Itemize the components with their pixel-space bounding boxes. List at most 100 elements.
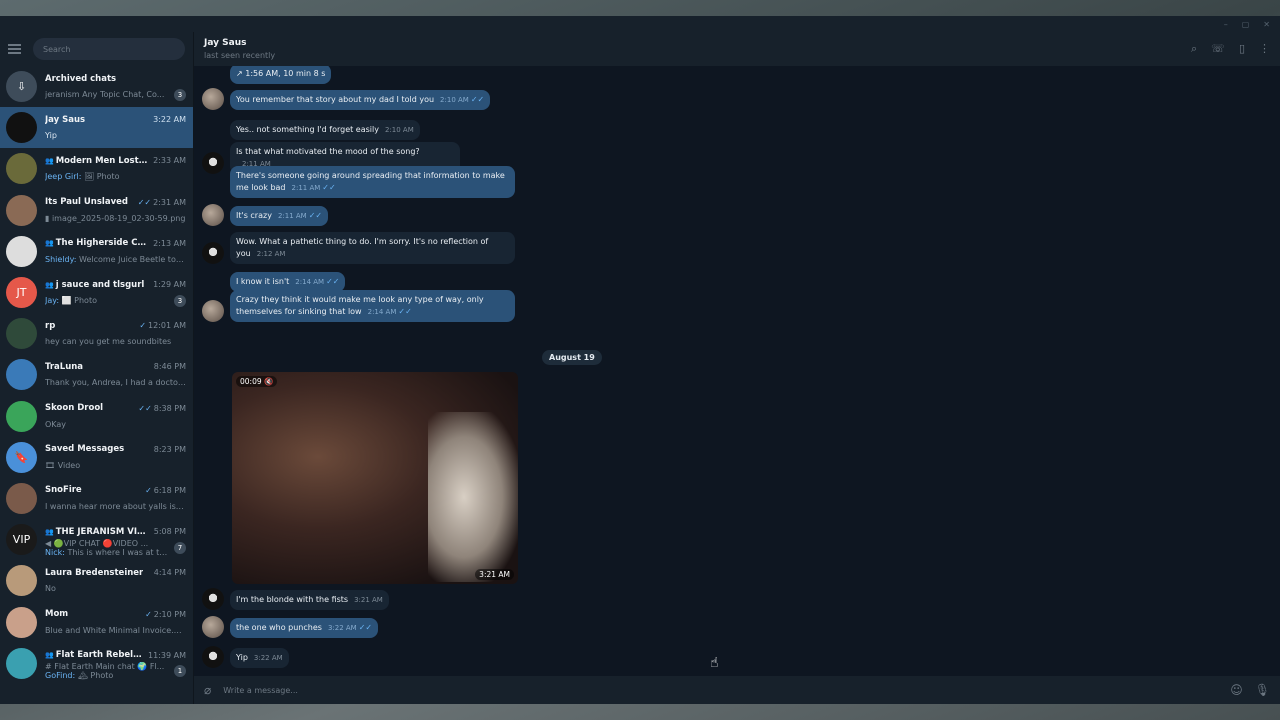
avatar [202,646,224,668]
chat-item[interactable]: Jay Saus 3:22 AM Yip [0,107,193,149]
chat-item[interactable]: 👥 Flat Earth Rebellion 11:39 AM # Flat Eart… [0,643,193,684]
chat-preview: I wanna hear more about yalls iss... [45,501,186,511]
message-input[interactable] [223,685,1219,695]
avatar [6,112,37,144]
chat-item[interactable]: 👥Modern Men Lost Ag... 2:33 AM Jeep Girl: … [0,148,193,189]
message-time: 3:22 AM [253,654,283,662]
group-icon: 👥 [45,527,54,536]
chat-item[interactable]: Mom ✓ 2:10 PM Blue and White Minimal Invoic… [0,601,193,642]
muted-icon: 🔇 [264,377,274,386]
chat-time: 1:29 AM [153,280,186,290]
chat-preview: hey can you get me soundbites [45,337,172,347]
message-bubble[interactable]: Crazy they think it would make me look a… [230,290,515,322]
message-bubble[interactable]: It's crazy 2:11 AM ✓✓ [230,206,329,226]
chat-item[interactable]: ⇩ Archived chats jeranism Any Topic Chat, … [0,66,193,107]
avatar [6,194,37,226]
message-time: 2:14 AM [367,308,397,316]
message-bubble[interactable]: Yip 3:22 AM [230,648,289,668]
chat-item[interactable]: Skoon Drool ✓✓ 8:38 PM OKay [0,396,193,437]
unread-badge: 1 [174,665,186,678]
chat-time: 8:23 PM [153,444,186,454]
chat-name: Laura Bredensteiner [45,567,144,578]
avatar [6,400,37,432]
message-time: 2:12 AM [256,250,286,258]
chat-time: 2:33 AM [153,156,186,166]
unread-badge: 3 [174,88,186,101]
avatar [202,88,224,110]
message-row: There's someone going around spreading t… [202,166,515,198]
sidebar-toggle-icon[interactable]: ▯ [1239,42,1245,56]
avatar [6,647,37,679]
phone-icon[interactable]: ☏ [1211,42,1225,56]
chat-preview: 🎞 Video [45,460,81,470]
message-bubble[interactable]: You remember that story about my dad I t… [230,90,491,110]
read-check-icon: ✓✓ [308,211,323,220]
message-bubble[interactable]: ↗ 1:56 AM, 10 min 8 s [230,66,332,84]
search-icon[interactable]: ⌕ [1191,42,1197,56]
composer: ⌀ ☺ 🎙 [194,676,1280,704]
video-duration: 00:09 🔇 [236,376,278,387]
message-time: 2:14 AM [295,278,325,286]
chat-item[interactable]: VIP 👥THE JERANISM VIP C...5:08 PM◀ 🟢VIP C… [0,519,193,560]
chat-item[interactable]: JT 👥 j sauce and tlsgurl 1:29 AM Jay: ⬜ Phot… [0,272,193,313]
chat-name: 👥 Flat Earth Rebellion [45,650,145,661]
mouse-cursor-icon: ☝ [710,655,719,671]
avatar [6,318,37,350]
chat-item[interactable]: Laura Bredensteiner 4:14 PM No [0,560,193,601]
chat-name: 👥The Higherside Chat... [45,238,150,249]
chat-item[interactable]: rp ✓ 12:01 AM hey can you get me soundbites [0,313,193,354]
message-bubble[interactable]: I know it isn't 2:14 AM ✓✓ [230,272,346,292]
chat-preview: No [45,584,56,594]
attach-icon[interactable]: ⌀ [204,683,211,697]
chat-item[interactable]: SnoFire ✓ 6:18 PM I wanna hear more about y… [0,478,193,519]
menu-icon[interactable] [8,44,21,54]
title-bar: – ▢ ✕ [0,16,1280,32]
message-row: Crazy they think it would make me look a… [202,290,515,322]
avatar: JT [6,277,37,309]
chat-name: 👥THE JERANISM VIP C... [45,526,150,537]
chat-item[interactable]: 👥The Higherside Chat...2:13 AM Shieldy: W… [0,231,193,272]
unread-badge: 7 [174,541,186,554]
chat-preview: Thank you, Andrea, I had a doctor... [45,378,186,388]
group-icon: 👥 [45,651,54,660]
chat-item[interactable]: TraLuna 8:46 PM Thank you, Andrea, I had a… [0,354,193,395]
chat-name: Archived chats [45,73,117,84]
chat-title[interactable]: Jay Saus [204,38,275,48]
avatar [6,565,37,597]
minimize-button[interactable]: – [1224,20,1228,29]
message-bubble[interactable]: Wow. What a pathetic thing to do. I'm so… [230,232,515,264]
close-button[interactable]: ✕ [1263,20,1270,29]
message-row: I'm the blonde with the fists 3:21 AM [202,588,389,610]
message-time: 3:22 AM [327,624,357,632]
message-bubble[interactable]: There's someone going around spreading t… [230,166,515,198]
avatar [202,300,224,322]
video-message[interactable]: 00:09 🔇 3:21 AM [232,372,518,584]
message-row: the one who punches 3:22 AM ✓✓ [202,616,379,638]
microphone-icon[interactable]: 🎙 [1255,683,1270,697]
chat-preview: Jay: ⬜ Photo [45,296,97,306]
message-bubble[interactable]: I'm the blonde with the fists 3:21 AM [230,590,389,610]
search-input[interactable]: Search [33,38,185,60]
chat-preview: Jeep Girl: 🖼 Photo [45,172,120,182]
chat-list: ⇩ Archived chats jeranism Any Topic Chat, … [0,66,193,704]
avatar: VIP [6,524,37,556]
maximize-button[interactable]: ▢ [1242,20,1250,29]
avatar [6,359,37,391]
chat-item[interactable]: Its Paul Unslaved ✓✓ 2:31 AM ▮ image_2025-0… [0,190,193,231]
message-bubble[interactable]: the one who punches 3:22 AM ✓✓ [230,618,379,638]
chat-time: ✓ 6:18 PM [145,485,186,495]
message-bubble[interactable]: Yes.. not something I'd forget easily 2:1… [230,120,420,140]
chat-preview: Shieldy: Welcome Juice Beetle to T... [45,254,186,264]
avatar [6,482,37,514]
chat-item[interactable]: 🔖 Saved Messages 8:23 PM 🎞 Video [0,437,193,478]
avatar [202,588,224,610]
chat-preview: ◀ 🟢VIP CHAT 🔴VIDEO ... Nick: This is wher… [45,538,170,557]
avatar: ⇩ [6,71,37,103]
message-row: ↗ 1:56 AM, 10 min 8 s [202,66,332,84]
emoji-icon[interactable]: ☺ [1230,683,1243,697]
unread-badge: 3 [174,294,186,307]
more-icon[interactable]: ⋮ [1259,42,1270,56]
chat-name: TraLuna [45,361,84,372]
message-row: I know it isn't 2:14 AM ✓✓ [202,270,346,292]
chat-status: last seen recently [204,51,276,60]
